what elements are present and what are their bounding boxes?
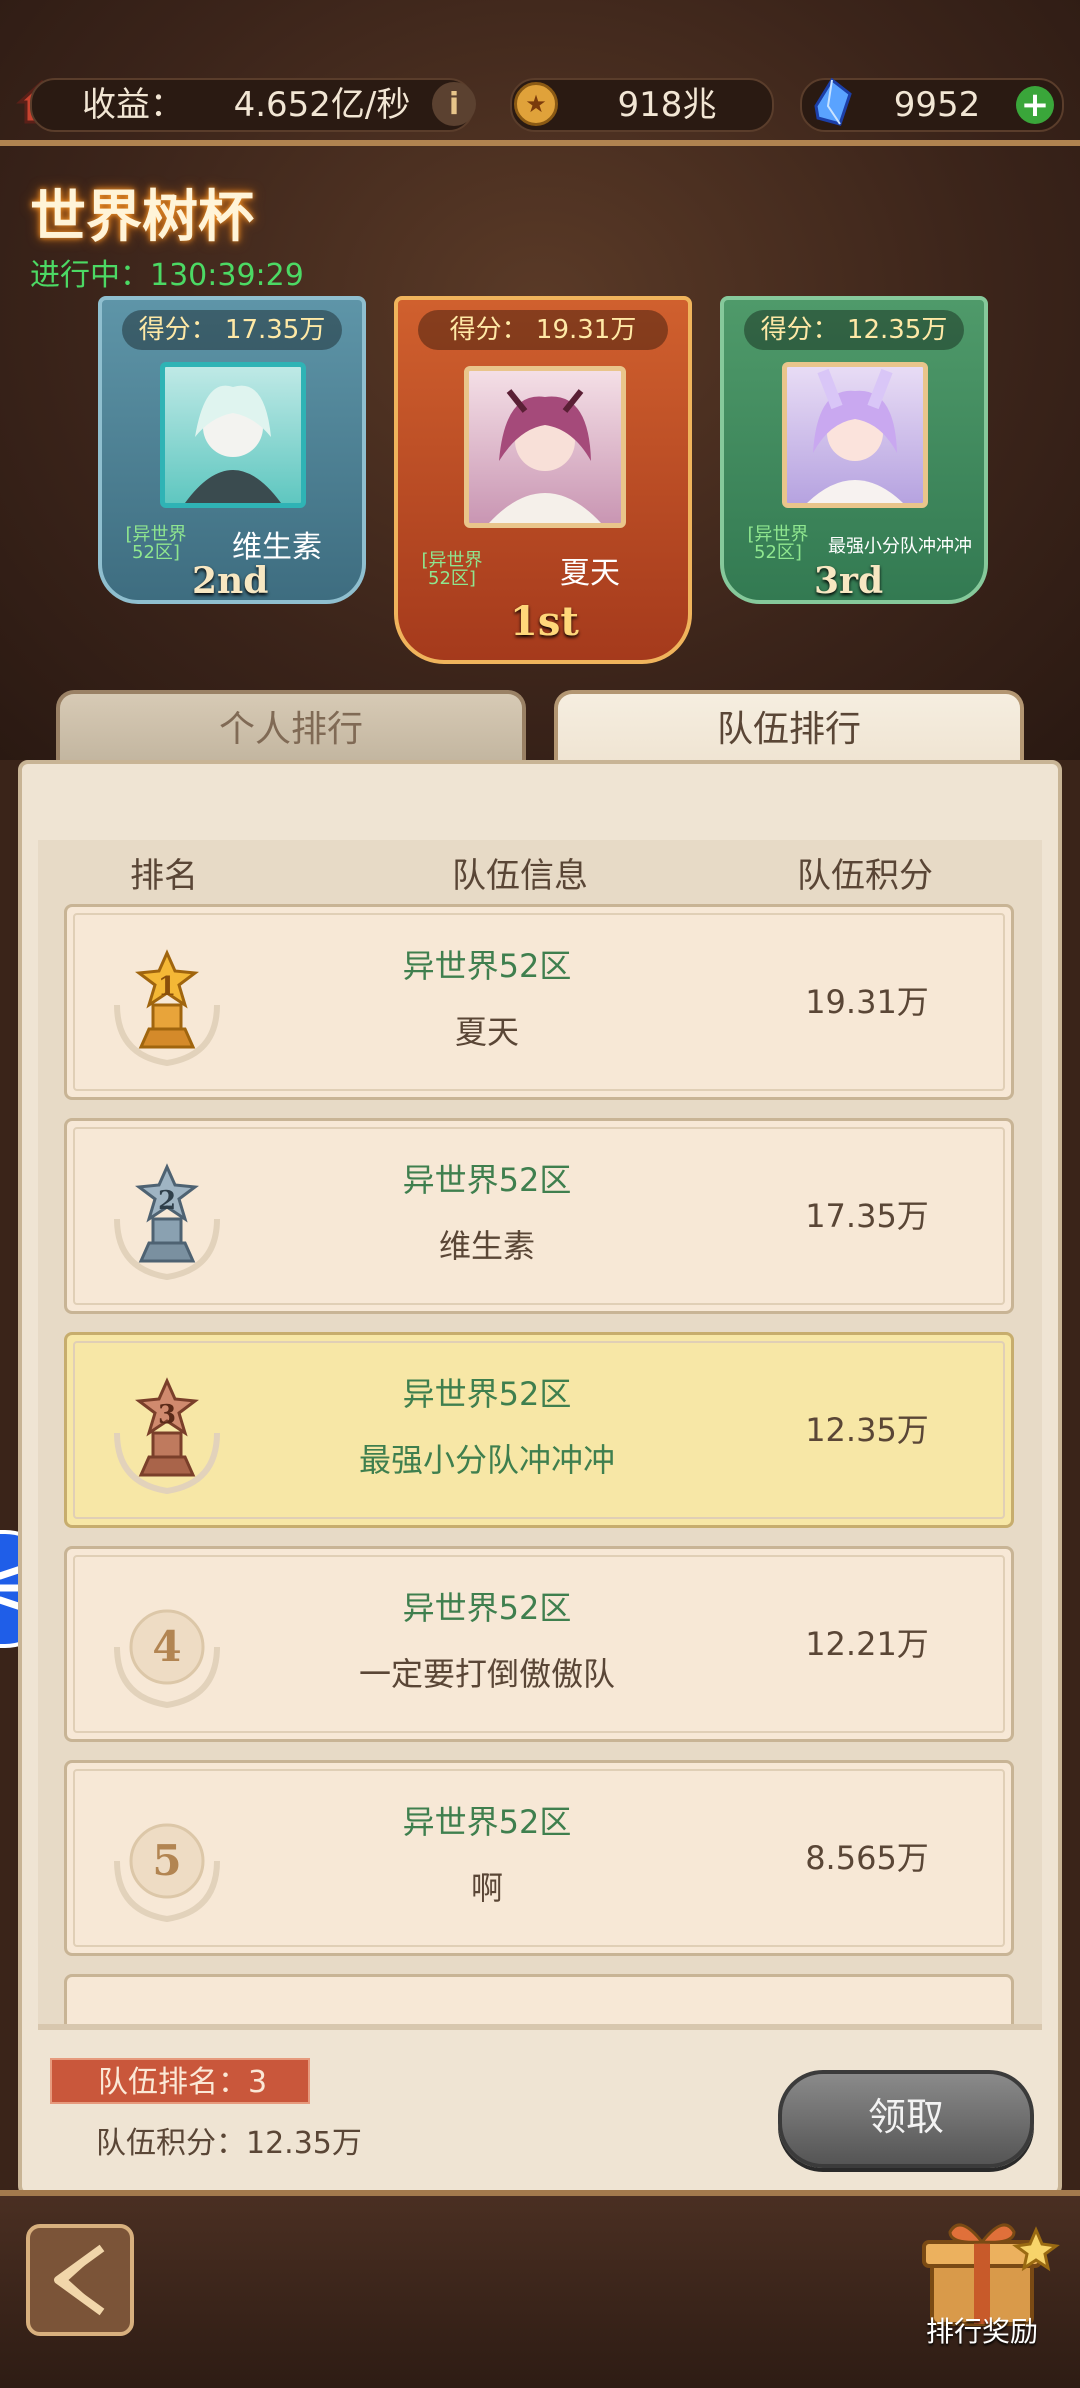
svg-text:2: 2 xyxy=(158,1186,176,1216)
gem-icon xyxy=(808,76,856,128)
info-icon[interactable]: i xyxy=(432,82,476,126)
resource-bar: 收益： 4.652亿/秒 i 918兆 ★ 9952 + xyxy=(0,60,1080,150)
team-points: 19.31万 xyxy=(805,983,929,1021)
podium-second[interactable]: 得分： 17.35万 [异世界52区] 维生素 2nd xyxy=(98,296,366,604)
ranking-row[interactable]: 5 异世界52区 啊 8.565万 xyxy=(64,1760,1014,1956)
income-value: 4.652亿/秒 xyxy=(233,85,411,125)
team-server: 异世界52区 xyxy=(402,947,572,985)
team-name: 维生素 xyxy=(438,1227,535,1265)
team-points: 12.35万 xyxy=(805,1411,929,1449)
silver-trophy-icon: 2 xyxy=(97,1149,237,1289)
list-bottom-divider xyxy=(38,2024,1042,2030)
podium-server: [异世界52区] xyxy=(747,524,809,563)
back-arrow-icon xyxy=(54,2244,105,2316)
podium-server: [异世界52区] xyxy=(125,524,187,563)
income-label: 收益： xyxy=(82,85,184,125)
tab-team-ranking[interactable]: 队伍排行 xyxy=(554,690,1024,764)
team-points: 8.565万 xyxy=(805,1839,929,1877)
income-display: 收益： 4.652亿/秒 xyxy=(30,78,474,132)
svg-text:4: 4 xyxy=(152,1622,181,1671)
ranking-row[interactable]: 1 异世界52区 夏天 19.31万 xyxy=(64,904,1014,1100)
avatar xyxy=(782,362,928,508)
team-server: 异世界52区 xyxy=(402,1375,572,1413)
podium-first[interactable]: 得分： 19.31万 [异世界52区] 夏天 1st xyxy=(394,296,692,664)
podium-name: 最强小分队冲冲冲 xyxy=(828,536,972,557)
ranking-row[interactable]: 2 异世界52区 维生素 17.35万 xyxy=(64,1118,1014,1314)
podium-score: 得分： 19.31万 xyxy=(418,310,668,350)
team-points: 12.21万 xyxy=(805,1625,929,1663)
team-name: 一定要打倒傲傲队 xyxy=(358,1655,615,1693)
podium-rank: 3rd xyxy=(814,560,884,602)
svg-text:1: 1 xyxy=(158,972,176,1002)
avatar xyxy=(160,362,306,508)
ranking-reward-label: 排行奖励 xyxy=(926,2315,1039,2348)
bronze-trophy-icon: 3 xyxy=(97,1363,237,1503)
podium-server: [异世界52区] xyxy=(421,550,483,589)
back-button[interactable] xyxy=(26,2224,134,2336)
podium-third[interactable]: 得分： 12.35万 [异世界52区] 最强小分队冲冲冲 3rd xyxy=(720,296,988,604)
my-team-rank: 队伍排名：3 xyxy=(50,2058,310,2104)
column-header-rank: 排名 xyxy=(130,856,198,896)
gems-value: 9952 xyxy=(893,85,981,125)
podium-score: 得分： 12.35万 xyxy=(744,310,964,350)
team-server: 异世界52区 xyxy=(402,1803,572,1841)
team-points: 17.35万 xyxy=(805,1197,929,1235)
svg-text:5: 5 xyxy=(152,1836,181,1885)
coin-icon: ★ xyxy=(514,82,558,126)
add-gems-button[interactable]: + xyxy=(1016,85,1054,125)
column-header-info: 队伍信息 xyxy=(452,856,588,896)
divider xyxy=(0,140,1080,146)
my-team-score: 队伍积分：12.35万 xyxy=(96,2126,362,2161)
podium-score: 得分： 17.35万 xyxy=(122,310,342,350)
podium-rank: 2nd xyxy=(192,560,269,602)
ranking-row-partial[interactable] xyxy=(64,1974,1014,2030)
team-server: 异世界52区 xyxy=(402,1161,572,1199)
gold-trophy-icon: 1 xyxy=(97,935,237,1075)
team-name: 最强小分队冲冲冲 xyxy=(358,1441,615,1479)
tab-personal-ranking[interactable]: 个人排行 xyxy=(56,690,526,764)
svg-text:3: 3 xyxy=(158,1400,176,1430)
team-name: 夏天 xyxy=(454,1013,519,1051)
team-name: 啊 xyxy=(470,1869,503,1907)
ranking-row-highlighted[interactable]: 3 异世界52区 最强小分队冲冲冲 12.35万 xyxy=(64,1332,1014,1528)
rank-badge-icon: 5 xyxy=(97,1791,237,1931)
team-server: 异世界52区 xyxy=(402,1589,572,1627)
event-title: 世界树杯 xyxy=(30,185,254,250)
podium-rank: 1st xyxy=(510,598,579,645)
claim-button[interactable]: 领取 xyxy=(778,2070,1034,2168)
column-header-points: 队伍积分 xyxy=(797,856,933,896)
podium-name: 夏天 xyxy=(560,556,620,591)
event-status: 进行中：130:39:29 xyxy=(30,258,304,293)
rank-badge-icon: 4 xyxy=(97,1577,237,1717)
avatar xyxy=(464,366,626,528)
ranking-row[interactable]: 4 异世界52区 一定要打倒傲傲队 12.21万 xyxy=(64,1546,1014,1742)
coins-value: 918兆 xyxy=(617,85,717,125)
